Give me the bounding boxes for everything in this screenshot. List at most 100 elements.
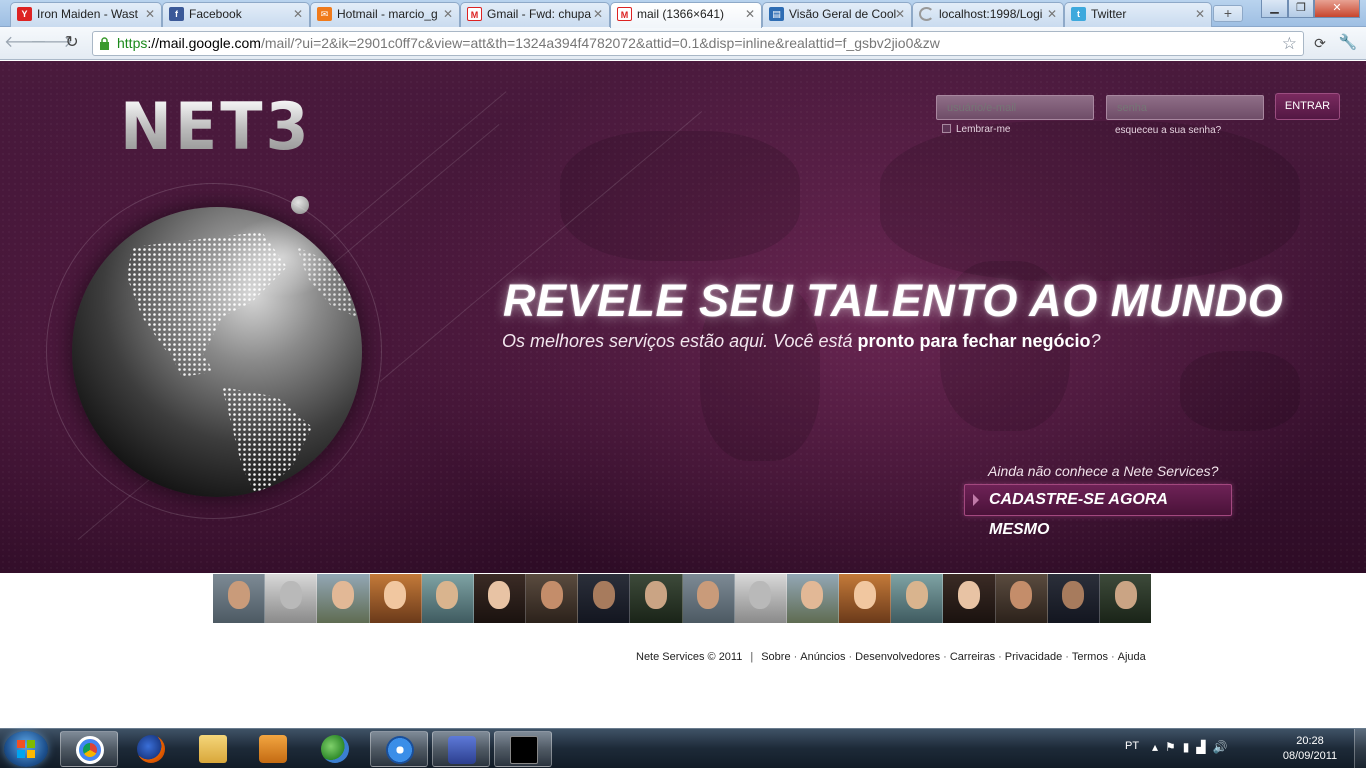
clock[interactable]: 20:28 08/09/2011 [1282, 734, 1338, 764]
new-tab-button[interactable]: + [1213, 5, 1243, 22]
member-photo[interactable] [317, 574, 370, 623]
volume-icon[interactable]: 🔊 [1213, 740, 1235, 754]
member-photo[interactable] [369, 574, 422, 623]
tab-gmail[interactable]: M Gmail - Fwd: chupa ✕ [460, 2, 610, 27]
face-icon [384, 581, 407, 609]
member-photo[interactable] [630, 574, 683, 623]
close-icon[interactable]: ✕ [745, 3, 755, 25]
gmail-icon: M [617, 7, 632, 21]
remember-checkbox[interactable] [942, 124, 951, 133]
taskbar-messenger[interactable] [306, 731, 364, 767]
forward-button[interactable]: 🡒 [30, 31, 73, 55]
member-photo[interactable] [473, 574, 527, 623]
close-icon[interactable]: ✕ [145, 3, 155, 25]
flag-icon[interactable]: ⚑ [1165, 740, 1183, 754]
wrench-icon[interactable]: 🔧 [1336, 31, 1360, 55]
close-window-button[interactable]: ✕ [1314, 0, 1360, 18]
back-button[interactable]: 🡐 [4, 31, 47, 55]
close-icon[interactable]: ✕ [593, 3, 603, 25]
headline: REVELE SEU TALENTO AO MUNDO [503, 275, 1284, 326]
map-north-america [560, 131, 800, 261]
username-input[interactable] [936, 95, 1094, 120]
gmail-icon: M [467, 7, 482, 21]
member-photo[interactable] [734, 574, 787, 623]
tab-mail-image[interactable]: M mail (1366×641) ✕ [610, 2, 762, 28]
close-icon[interactable]: ✕ [895, 3, 905, 25]
clock-time: 20:28 [1296, 735, 1324, 747]
member-photo[interactable] [1099, 574, 1152, 623]
remember-label: Lembrar-me [956, 124, 1011, 135]
member-photo[interactable] [995, 574, 1048, 623]
system-tray[interactable]: ▴⚑▮▟🔊 [1152, 740, 1235, 754]
tab-visao-geral[interactable]: ▤ Visão Geral de Cool ✕ [762, 2, 912, 27]
taskbar-explorer[interactable] [184, 731, 242, 767]
footer-link-ajuda[interactable]: Ajuda [1118, 651, 1146, 663]
taskbar-app[interactable] [370, 731, 428, 767]
start-button[interactable] [4, 731, 48, 767]
taskbar-visual-studio[interactable] [432, 731, 490, 767]
tab-iron-maiden[interactable]: Y Iron Maiden - Wast ✕ [10, 2, 162, 27]
face-icon [227, 581, 250, 609]
forgot-password-link[interactable]: esqueceu a sua senha? [1115, 125, 1221, 136]
face-icon [540, 581, 563, 609]
member-photo[interactable] [1047, 574, 1100, 623]
show-hidden-icons-icon[interactable]: ▴ [1152, 740, 1165, 754]
close-icon[interactable]: ✕ [1047, 3, 1057, 25]
minimize-button[interactable]: ▁ [1261, 0, 1288, 18]
taskbar-media-player[interactable] [244, 731, 302, 767]
member-photo[interactable] [682, 574, 735, 623]
member-photo[interactable] [421, 574, 474, 623]
footer-link-desenvolvedores[interactable]: Desenvolvedores [855, 651, 940, 663]
url-host: ://mail.google.com [147, 35, 261, 51]
signup-question: Ainda não conhece a Nete Services? [988, 463, 1219, 479]
member-photo[interactable] [839, 574, 892, 623]
member-photo[interactable] [526, 574, 579, 623]
tab-title: Facebook [189, 7, 242, 21]
reload-button[interactable]: ↻ [60, 31, 84, 55]
subline-text: Os melhores serviços estão aqui. Você es… [502, 331, 858, 351]
tab-facebook[interactable]: f Facebook ✕ [162, 2, 310, 27]
signup-button[interactable]: CADASTRE-SE AGORA MESMO [964, 484, 1232, 538]
bookmark-star-icon[interactable]: ☆ [1282, 34, 1297, 54]
close-icon[interactable]: ✕ [293, 3, 303, 25]
member-photo[interactable] [578, 574, 631, 623]
extension-icon[interactable]: ⟳ [1308, 31, 1332, 55]
tab-localhost[interactable]: localhost:1998/Logi ✕ [912, 2, 1064, 27]
member-photo[interactable] [213, 574, 266, 623]
footer-link-anuncios[interactable]: Anúncios [800, 651, 845, 663]
member-photo[interactable] [786, 574, 840, 623]
footer-link-privacidade[interactable]: Privacidade [1005, 651, 1062, 663]
member-photo[interactable] [943, 574, 996, 623]
login-button[interactable]: ENTRAR [1275, 93, 1340, 120]
password-input[interactable] [1106, 95, 1264, 120]
remember-me[interactable]: Lembrar-me [942, 124, 1010, 135]
url-scheme: https [117, 35, 148, 51]
member-photo[interactable] [265, 574, 318, 623]
taskbar-firefox[interactable] [122, 731, 180, 767]
footer-link-sobre[interactable]: Sobre [761, 651, 790, 663]
language-indicator[interactable]: PT [1125, 740, 1139, 752]
taskbar-cmd[interactable] [494, 731, 552, 767]
url-text: https://mail.google.com/mail/?ui=2&ik=29… [117, 35, 940, 51]
footer-link-termos[interactable]: Termos [1072, 651, 1108, 663]
hero-banner: NET3 ENTRAR Lembrar-me esqueceu a sua [0, 61, 1366, 573]
taskbar-chrome[interactable] [60, 731, 118, 767]
address-bar[interactable]: https://mail.google.com/mail/?ui=2&ik=29… [92, 31, 1304, 56]
close-icon[interactable]: ✕ [1195, 3, 1205, 25]
maximize-button[interactable]: ❐ [1288, 0, 1314, 18]
globe [72, 207, 362, 497]
show-desktop-button[interactable] [1354, 729, 1366, 769]
network-signal-icon[interactable]: ▟ [1196, 740, 1212, 754]
copyright: Nete Services © 2011 [636, 651, 743, 663]
member-photo[interactable] [891, 574, 944, 623]
close-icon[interactable]: ✕ [443, 3, 453, 25]
footer-link-carreiras[interactable]: Carreiras [950, 651, 995, 663]
loading-icon [919, 7, 934, 21]
firefox-icon [137, 735, 165, 763]
device-icon[interactable]: ▮ [1183, 740, 1197, 754]
footer: Nete Services © 2011 | Sobre · Anúncios · Dese… [636, 651, 1146, 663]
tab-twitter[interactable]: t Twitter ✕ [1064, 2, 1212, 27]
tab-hotmail[interactable]: ✉ Hotmail - marcio_g ✕ [310, 2, 460, 27]
document-icon: ▤ [769, 7, 784, 21]
cmd-icon [510, 736, 538, 764]
